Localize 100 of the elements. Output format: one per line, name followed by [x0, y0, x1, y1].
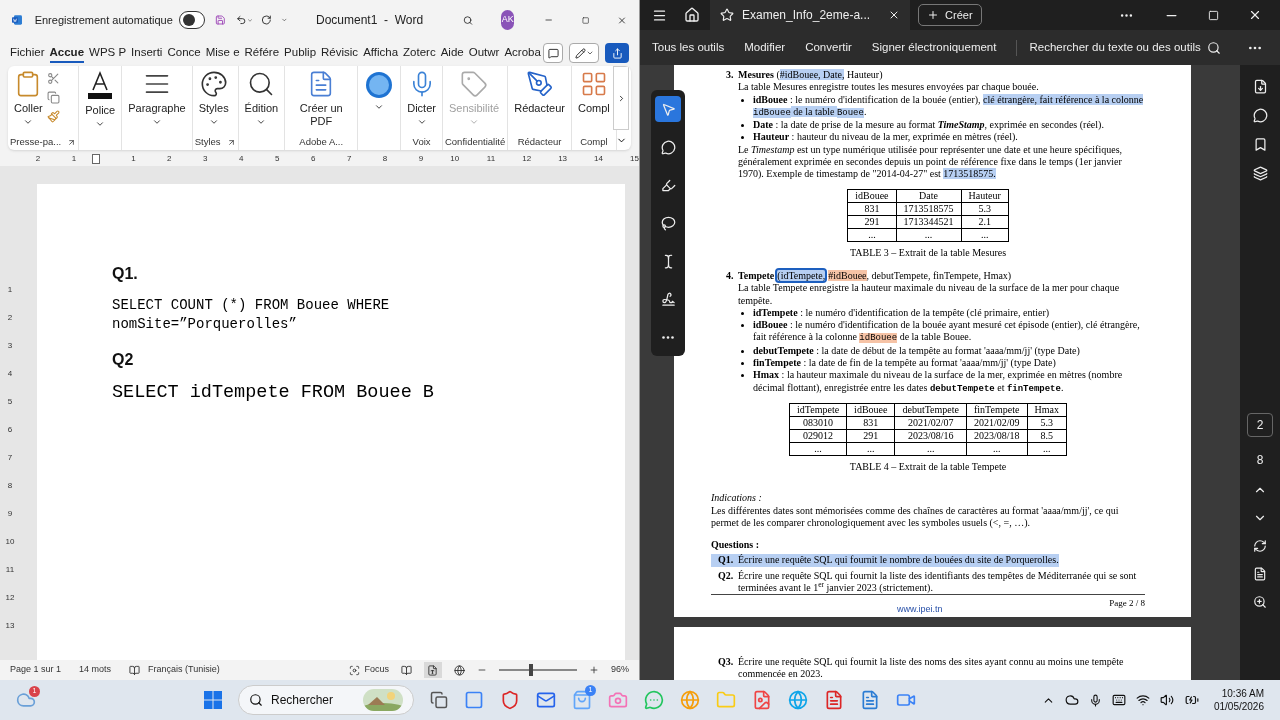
- indent-marker-icon[interactable]: [91, 153, 100, 164]
- microphone-icon[interactable]: [1088, 693, 1102, 707]
- search-label[interactable]: Rechercher du texte ou des outils: [1029, 38, 1201, 57]
- read-mode-icon[interactable]: [401, 664, 412, 676]
- comment-icon[interactable]: [1252, 108, 1268, 123]
- ribbon-tab[interactable]: Fichier: [10, 43, 45, 63]
- rotate-icon[interactable]: [1253, 539, 1267, 553]
- copy-icon[interactable]: [46, 91, 60, 104]
- focus-button[interactable]: Focus: [349, 663, 389, 677]
- question-number: Q2.: [718, 569, 735, 583]
- lasso-icon: [660, 215, 676, 231]
- export-icon[interactable]: [1252, 79, 1268, 94]
- store-icon[interactable]: [572, 690, 592, 710]
- slider-thumb[interactable]: [528, 664, 533, 676]
- share-button[interactable]: [605, 43, 629, 63]
- ribbon-tab[interactable]: Aide: [440, 43, 464, 63]
- ribbon-tab[interactable]: Accue: [49, 43, 85, 63]
- editing-button[interactable]: [569, 43, 599, 63]
- close-icon[interactable]: [1248, 8, 1262, 22]
- cut-icon[interactable]: [46, 72, 60, 85]
- ribbon-tab[interactable]: Référe: [244, 43, 280, 63]
- zoom-slider[interactable]: [499, 664, 577, 676]
- ribbon-tab[interactable]: Conce: [167, 43, 201, 63]
- ribbon-button[interactable]: Coller: [10, 66, 47, 130]
- ribbon-tab[interactable]: Afficha: [363, 43, 399, 63]
- caret-icon: [23, 117, 34, 127]
- clock-time[interactable]: 10:36 AM: [1221, 687, 1264, 700]
- table-cell: ...: [894, 442, 967, 456]
- redo-icon[interactable]: [260, 12, 272, 28]
- current-page-field[interactable]: 2: [1247, 413, 1273, 437]
- task-view-icon[interactable]: [430, 691, 448, 709]
- ribbon-button[interactable]: Compl: [573, 66, 614, 130]
- zoom-percent[interactable]: 96%: [611, 663, 629, 677]
- ribbon-tab[interactable]: Publip: [284, 43, 317, 63]
- table-cell: ...: [846, 442, 895, 456]
- launcher-icon[interactable]: [226, 137, 236, 147]
- bookmark-icon[interactable]: [1252, 137, 1268, 152]
- zoom-in-icon[interactable]: [589, 665, 599, 675]
- proofing-icon[interactable]: [129, 664, 141, 676]
- ribbon-button[interactable]: Styles: [194, 66, 233, 130]
- create-button[interactable]: Créer: [918, 4, 982, 26]
- question-row[interactable]: Q2. Écrire une requête SQL qui fournit la liste des identifiants des tempêtes de Méditerranée qui se sont terminées avant le 1$^{er}$ janvier 2023 (strictement).: [711, 569, 1145, 595]
- ribbon-tab[interactable]: Zoterc: [403, 43, 436, 63]
- menu-icon[interactable]: [652, 7, 667, 23]
- autosave-toggle[interactable]: [178, 11, 206, 29]
- document-icon[interactable]: [1253, 567, 1267, 581]
- language-label[interactable]: Français (Tunisie): [148, 663, 220, 677]
- ribbon-tab[interactable]: Mise e: [205, 43, 240, 63]
- mail-icon[interactable]: [536, 690, 556, 710]
- ribbon-button[interactable]: Rédacteur: [510, 66, 569, 130]
- table-cell: 083010: [789, 416, 847, 430]
- ribbon-tab[interactable]: Révisic: [321, 43, 359, 63]
- web-layout-icon[interactable]: [454, 664, 465, 676]
- wifi-icon[interactable]: [1135, 693, 1150, 707]
- cloud-icon[interactable]: [1064, 693, 1079, 707]
- table-cell: 2023/08/16: [894, 429, 967, 443]
- pages-icon[interactable]: [1252, 166, 1268, 181]
- keyboard-icon[interactable]: [1111, 693, 1126, 707]
- ruler-number: 11: [5, 564, 15, 576]
- page-count: Page 1 sur 1: [10, 663, 62, 677]
- ribbon-button[interactable]: Police: [81, 66, 120, 130]
- toolbar-item[interactable]: Tous les outils: [652, 38, 725, 57]
- ribbon-tab[interactable]: WPS P: [89, 43, 127, 63]
- home-icon[interactable]: [684, 7, 700, 23]
- toolbar-item[interactable]: Modifier: [744, 38, 786, 57]
- ruler-number: 12: [5, 592, 15, 604]
- question-row[interactable]: Q3. Écrire une requête SQL qui fournit la liste des noms des sites ayant connu au moins une tempête commencée en 2023.: [711, 656, 1145, 680]
- ribbon-button[interactable]: Paragraphe: [124, 66, 190, 130]
- search-field[interactable]: Rechercher: [238, 685, 414, 715]
- maximize-icon[interactable]: [1208, 9, 1219, 21]
- toolbar-item[interactable]: Convertir: [805, 38, 852, 57]
- ribbon-tab[interactable]: Outwr: [468, 43, 500, 63]
- table-cell: 5.3: [1027, 416, 1067, 430]
- bullet-text: finTempete : la date de fin de la tempête au format 'aaaa/mm/jj' (type Date): [753, 357, 1056, 370]
- user-avatar[interactable]: AK: [501, 10, 515, 30]
- launcher-icon[interactable]: [67, 137, 77, 147]
- question-row[interactable]: Q1. Écrire une requête SQL qui fournit le nombre de bouées du site de Porquerolles.: [711, 554, 1059, 567]
- footer-link[interactable]: www.ipei.tn: [897, 603, 943, 616]
- app-icon[interactable]: [464, 690, 484, 710]
- clock-date[interactable]: 01/05/2026: [1213, 700, 1264, 713]
- document-tab[interactable]: Examen_Info_2eme-a...: [710, 0, 911, 30]
- shield-icon[interactable]: [500, 690, 520, 710]
- ribbon-tab[interactable]: Acroba: [504, 43, 541, 63]
- toolbar-item[interactable]: Signer électroniquement: [871, 38, 997, 57]
- ribbon-button[interactable]: Créer un PDF: [287, 66, 356, 130]
- format-painter-icon[interactable]: [46, 110, 60, 123]
- battery-icon[interactable]: [1183, 693, 1200, 707]
- question-text: Écrire une requête SQL qui fournit le nombre de bouées du site de Porquerolles.: [738, 554, 1059, 567]
- print-layout-icon[interactable]: [424, 662, 442, 678]
- comments-button[interactable]: [543, 43, 563, 63]
- ribbon-button[interactable]: Dicter: [403, 66, 440, 130]
- section-title: Mesures (#idBouee, Date, Hauteur): [738, 69, 883, 82]
- word-count: 14 mots: [79, 663, 112, 677]
- search-icon[interactable]: [1206, 40, 1221, 55]
- ribbon-button[interactable]: Édition: [240, 66, 283, 130]
- weather-icon[interactable]: [16, 690, 36, 710]
- zoom-icon[interactable]: [1253, 595, 1267, 609]
- volume-icon[interactable]: [1159, 693, 1174, 707]
- save-icon[interactable]: [215, 12, 227, 28]
- ribbon-tab[interactable]: Inserti: [131, 43, 163, 63]
